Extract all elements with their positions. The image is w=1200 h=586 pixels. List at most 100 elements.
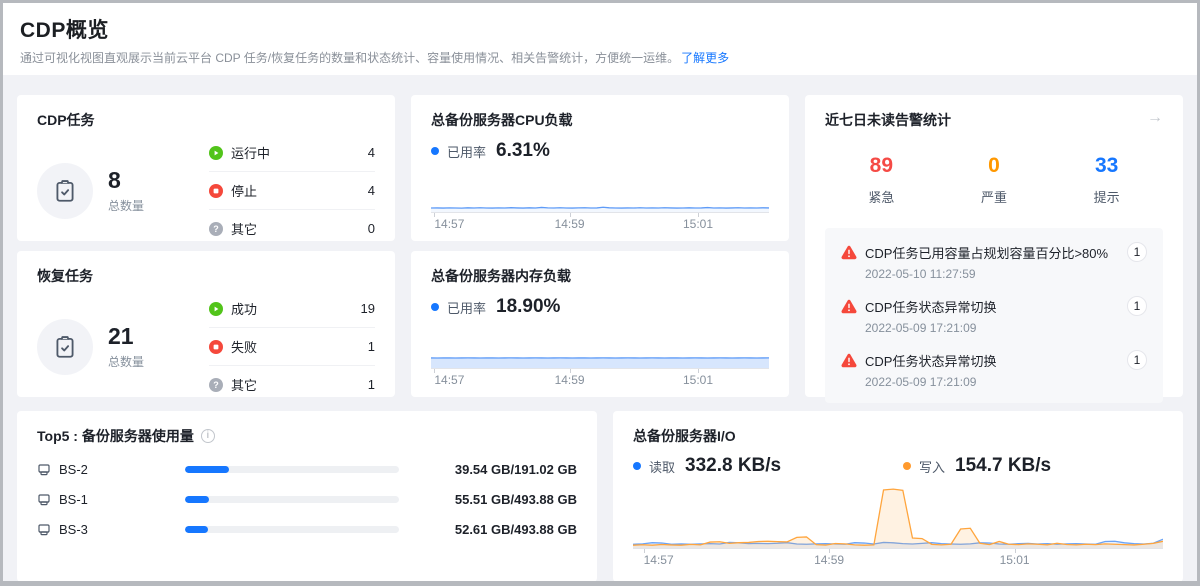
notice-label: 提示 [1050, 187, 1163, 206]
server-usage-value: 52.61 GB/493.88 GB [399, 522, 577, 537]
stat-row-other: ? 其它 0 [209, 210, 375, 247]
dashboard-content: CDP任务 8 总数量 运行中 [3, 75, 1197, 586]
usage-bar-fill [185, 526, 208, 533]
memory-chart-axis: 14:5714:5915:01 [431, 368, 769, 387]
cpu-chart-axis: 14:5714:5915:01 [431, 212, 769, 231]
cdp-tasks-body: 8 总数量 运行中 4 停止 4 [37, 134, 375, 247]
running-status-icon [209, 146, 223, 160]
bottom-row: Top5 : 备份服务器使用量 i BS-2 39.54 GB/191.02 G… [17, 411, 1183, 582]
server-usage-row: BS-2 39.54 GB/191.02 GB [37, 462, 577, 477]
severe-count: 0 [938, 154, 1051, 178]
app-window: CDP概览 通过可视化视图直观展示当前云平台 CDP 任务/恢复任务的数量和状态… [0, 0, 1200, 586]
top-grid: CDP任务 8 总数量 运行中 [17, 95, 1183, 397]
memory-legend: 已用率 18.90% [431, 296, 769, 318]
alarm-card-title: 近七日未读告警统计 [825, 110, 951, 130]
stat-label: 其它 [231, 375, 257, 394]
recovery-tasks-card: 恢复任务 21 总数量 成功 [17, 251, 395, 397]
warning-triangle-icon [841, 299, 857, 314]
alert-item[interactable]: CDP任务已用容量占规划容量百分比>80% 1 2022-05-10 11:27… [841, 242, 1147, 281]
cpu-usage-value: 6.31% [496, 140, 550, 162]
io-chart: 14:5714:5915:01 [633, 486, 1163, 567]
cpu-legend-dot-icon [431, 147, 439, 155]
clipboard-icon [37, 163, 93, 219]
read-legend-dot-icon [633, 462, 641, 470]
info-icon[interactable]: i [201, 429, 215, 443]
memory-chart-plot [431, 318, 769, 368]
stat-row-success: 成功 19 [209, 290, 375, 328]
stat-row-failed: 失败 1 [209, 328, 375, 366]
stat-row-running: 运行中 4 [209, 134, 375, 172]
recovery-tasks-total-label: 总数量 [108, 353, 144, 370]
server-usage-value: 39.54 GB/191.02 GB [399, 462, 577, 477]
stat-value: 19 [361, 301, 375, 316]
server-label: BS-3 [37, 522, 185, 537]
memory-legend-dot-icon [431, 303, 439, 311]
recovery-tasks-title: 恢复任务 [37, 266, 375, 286]
cdp-tasks-summary: 8 总数量 [37, 163, 187, 219]
server-label: BS-2 [37, 462, 185, 477]
severe-label: 严重 [938, 187, 1051, 206]
stat-label: 其它 [231, 219, 257, 238]
io-read-legend: 读取 332.8 KB/s [633, 455, 903, 477]
alarm-stat-notice: 33 提示 [1050, 154, 1163, 206]
cdp-tasks-card: CDP任务 8 总数量 运行中 [17, 95, 395, 241]
memory-chart: 14:5714:5915:01 [431, 318, 769, 387]
page-header: CDP概览 通过可视化视图直观展示当前云平台 CDP 任务/恢复任务的数量和状态… [3, 3, 1197, 75]
write-legend-dot-icon [903, 462, 911, 470]
cdp-tasks-total-value: 8 [108, 167, 144, 193]
alert-item[interactable]: CDP任务状态异常切换 1 2022-05-09 17:21:09 [841, 296, 1147, 335]
alert-time: 2022-05-09 17:21:09 [865, 321, 1147, 335]
alert-time: 2022-05-10 11:27:59 [865, 267, 1147, 281]
server-usage-value: 55.51 GB/493.88 GB [399, 492, 577, 507]
server-usage-rows: BS-2 39.54 GB/191.02 GB BS-1 55.51 GB/49… [37, 462, 577, 537]
alarm-card-head: 近七日未读告警统计 → [825, 110, 1163, 130]
usage-bar-fill [185, 466, 229, 473]
page-subtitle: 通过可视化视图直观展示当前云平台 CDP 任务/恢复任务的数量和状态统计、容量使… [20, 49, 1180, 66]
learn-more-link[interactable]: 了解更多 [681, 51, 729, 65]
write-label: 写入 [919, 457, 945, 476]
cdp-tasks-stats: 运行中 4 停止 4 ? 其它 0 [209, 134, 375, 247]
critical-label: 紧急 [825, 187, 938, 206]
stat-label: 成功 [231, 299, 257, 318]
recovery-tasks-stats: 成功 19 失败 1 ? 其它 1 [209, 290, 375, 403]
server-name: BS-2 [59, 462, 88, 477]
server-label: BS-1 [37, 492, 185, 507]
cdp-tasks-title: CDP任务 [37, 110, 375, 130]
recovery-tasks-summary: 21 总数量 [37, 319, 187, 375]
alert-item[interactable]: CDP任务状态异常切换 1 2022-05-09 17:21:09 [841, 350, 1147, 389]
usage-bar-track [185, 466, 399, 473]
top5-title-row: Top5 : 备份服务器使用量 i [37, 426, 577, 446]
warning-triangle-icon [841, 245, 857, 260]
cdp-tasks-total-label: 总数量 [108, 197, 144, 214]
page-title: CDP概览 [20, 14, 1180, 44]
memory-usage-value: 18.90% [496, 296, 560, 318]
recovery-tasks-total-value: 21 [108, 323, 144, 349]
memory-load-card: 总备份服务器内存负载 已用率 18.90% 14:5714:5915:01 [411, 251, 789, 397]
alert-text: CDP任务已用容量占规划容量百分比>80% [865, 243, 1108, 262]
alarm-card: 近七日未读告警统计 → 89 紧急 0 严重 33 提示 [805, 95, 1183, 397]
io-chart-axis: 14:5714:5915:01 [633, 548, 1163, 567]
top5-card-title: Top5 : 备份服务器使用量 [37, 426, 194, 446]
stat-value: 1 [368, 377, 375, 392]
top5-usage-card: Top5 : 备份服务器使用量 i BS-2 39.54 GB/191.02 G… [17, 411, 597, 582]
svg-text:?: ? [213, 224, 219, 234]
server-name: BS-3 [59, 522, 88, 537]
other-status-icon: ? [209, 378, 223, 392]
stat-value: 4 [368, 183, 375, 198]
arrow-right-icon[interactable]: → [1147, 110, 1163, 126]
svg-text:?: ? [213, 380, 219, 390]
stat-value: 1 [368, 339, 375, 354]
read-value: 332.8 KB/s [685, 455, 781, 477]
recovery-tasks-body: 21 总数量 成功 19 失败 1 [37, 290, 375, 403]
cpu-legend-label: 已用率 [447, 142, 486, 161]
alert-count-badge: 1 [1127, 242, 1147, 262]
alert-count-badge: 1 [1127, 296, 1147, 316]
server-usage-row: BS-1 55.51 GB/493.88 GB [37, 492, 577, 507]
cpu-card-title: 总备份服务器CPU负载 [431, 110, 769, 130]
alert-list: CDP任务已用容量占规划容量百分比>80% 1 2022-05-10 11:27… [825, 228, 1163, 403]
alarm-stat-severe: 0 严重 [938, 154, 1051, 206]
clipboard-icon [37, 319, 93, 375]
alert-count-badge: 1 [1127, 350, 1147, 370]
stopped-status-icon [209, 184, 223, 198]
stat-row-other: ? 其它 1 [209, 366, 375, 403]
